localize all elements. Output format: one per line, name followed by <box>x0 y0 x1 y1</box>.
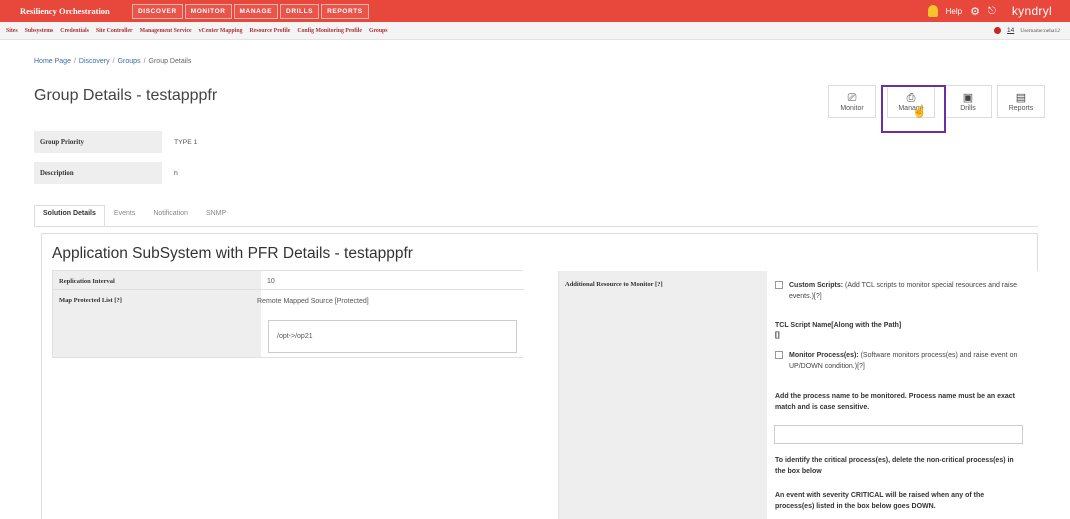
tab-snmp[interactable]: SNMP <box>197 205 235 227</box>
gear-icon[interactable]: ⚙ <box>970 5 980 18</box>
alert-count[interactable]: 14 <box>1007 27 1014 34</box>
nav-manage[interactable]: MANAGE <box>233 3 279 19</box>
breadcrumb-current: Group Details <box>148 58 192 65</box>
subnav-site-controller[interactable]: Site Controller <box>96 28 133 34</box>
reports-icon: ▤ <box>1015 91 1027 104</box>
add-process-instructions: Add the process name to be monitored. Pr… <box>775 393 1016 411</box>
logout-icon[interactable]: ⎋ <box>988 6 996 17</box>
alerts-area: 14 Username:neha12 <box>994 22 1060 39</box>
identify-critical-text: To identify the critical process(es), de… <box>775 457 1014 475</box>
subnav-resource-profile[interactable]: Resource Profile <box>249 28 290 34</box>
monitor-processes-text: Monitor Process(es): (Software monitors … <box>789 352 1018 370</box>
critical-event-text: An event with severity CRITICAL will be … <box>775 492 985 510</box>
top-navigation-bar: Resiliency Orchestration DISCOVER MONITO… <box>0 0 1070 22</box>
details-tabs: Solution Details Events Notification SNM… <box>34 205 235 227</box>
breadcrumb-home[interactable]: Home Page <box>34 58 71 65</box>
breadcrumb: Home Page / Discovery / Groups / Group Details <box>34 58 192 65</box>
drills-button[interactable]: ▣ Drills <box>944 85 992 118</box>
tcl-script-value: [] <box>775 332 780 339</box>
process-name-input[interactable] <box>774 425 1023 444</box>
subnav-subsystems[interactable]: Subsystems <box>25 28 54 34</box>
mouse-cursor-icon: ☝ <box>912 104 927 118</box>
subnav-vcenter-mapping[interactable]: vCenter Mapping <box>199 28 243 34</box>
custom-scripts-text: Custom Scripts: (Add TCL scripts to moni… <box>789 282 1017 300</box>
drills-icon: ▣ <box>962 91 974 104</box>
description-row: Description h <box>34 162 208 184</box>
subnav-credentials[interactable]: Credentials <box>60 28 89 34</box>
nav-drills[interactable]: DRILLS <box>280 3 320 19</box>
help-link[interactable]: Help <box>946 7 962 16</box>
breadcrumb-groups[interactable]: Groups <box>118 58 141 65</box>
nav-discover[interactable]: DISCOVER <box>132 3 183 19</box>
subnav-management-service[interactable]: Management Service <box>140 28 192 34</box>
map-protected-list-value: Remote Mapped Source [Protected] <box>257 298 369 305</box>
replication-interval-value: 10 <box>267 278 275 285</box>
alert-icon[interactable] <box>994 27 1002 34</box>
page-title: Group Details - testapppfr <box>34 87 218 104</box>
group-priority-value: TYPE 1 <box>162 131 208 153</box>
monitor-button[interactable]: ⎚ Monitor <box>828 85 876 118</box>
top-right-controls: Help ⚙ ⎋ kyndryl <box>927 0 1052 22</box>
tab-divider <box>34 226 1038 227</box>
nav-reports[interactable]: REPORTS <box>321 3 369 19</box>
kyndryl-logo: kyndryl <box>1011 4 1052 18</box>
nav-monitor[interactable]: MONITOR <box>184 3 232 19</box>
tab-events[interactable]: Events <box>105 205 144 227</box>
main-nav: DISCOVER MONITOR MANAGE DRILLS REPORTS <box>132 3 369 19</box>
group-priority-label: Group Priority <box>40 138 84 146</box>
sub-navigation-bar: Sites Subsystems Credentials Site Contro… <box>0 22 1070 40</box>
tab-notification[interactable]: Notification <box>144 205 197 227</box>
app-brand[interactable]: Resiliency Orchestration <box>0 6 132 16</box>
monitor-icon: ⎚ <box>847 91 857 104</box>
lightbulb-icon[interactable] <box>927 5 938 17</box>
username-label: Username:neha12 <box>1020 27 1060 34</box>
tab-solution-details[interactable]: Solution Details <box>34 205 105 227</box>
reports-button[interactable]: ▤ Reports <box>997 85 1045 118</box>
discovery-subnav: Sites Subsystems Credentials Site Contro… <box>0 28 388 34</box>
subnav-sites[interactable]: Sites <box>6 28 18 34</box>
group-priority-row: Group Priority TYPE 1 <box>34 131 208 153</box>
protected-path-field[interactable]: /opt->/op21 <box>268 320 517 353</box>
panel-title: Application SubSystem with PFR Details -… <box>52 245 413 262</box>
map-protected-list-label: Map Protected List [?] <box>59 297 122 304</box>
description-label: Description <box>40 169 74 177</box>
description-value: h <box>162 162 208 184</box>
breadcrumb-discovery[interactable]: Discovery <box>79 58 110 65</box>
replication-interval-label: Replication Interval <box>59 278 115 285</box>
additional-resource-label: Additional Resource to Monitor [?] <box>565 281 663 288</box>
subnav-groups[interactable]: Groups <box>369 28 388 34</box>
subnav-config-monitoring-profile[interactable]: Config Monitoring Profile <box>297 28 362 34</box>
